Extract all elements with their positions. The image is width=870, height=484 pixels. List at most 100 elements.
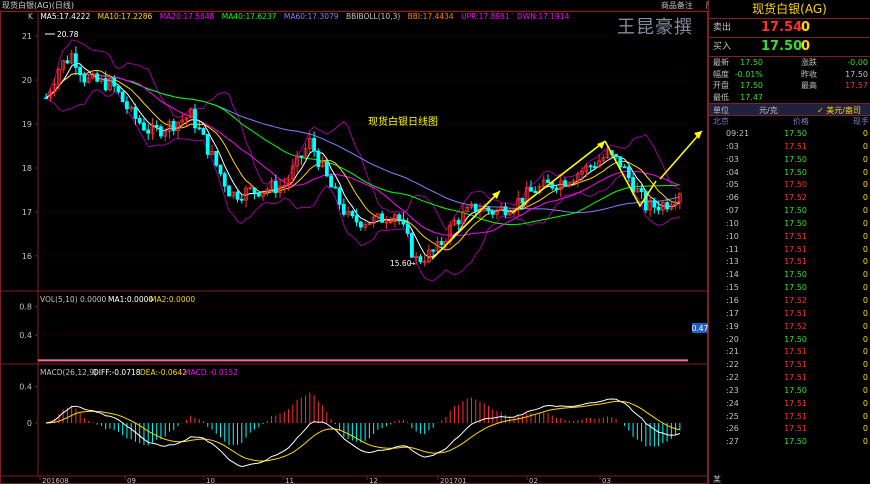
candle-body [337, 187, 342, 205]
dea-line [46, 400, 681, 462]
candle-body [554, 187, 559, 190]
bottom-tab[interactable]: 某 [713, 474, 721, 484]
tick-list[interactable]: 09:21 17.50 0:03 17.51 0:03 17.50 0:04 1… [709, 128, 870, 449]
tick-price: 17.50 [784, 206, 807, 216]
candle-body [252, 187, 257, 193]
candle-body [456, 220, 461, 225]
sell-label: 卖出 [713, 23, 732, 33]
tick-volume: 0 [862, 360, 868, 370]
tick-time: :05 [726, 180, 739, 190]
vol-axis-label: 0.8 [19, 302, 32, 311]
ma10-line [45, 69, 680, 251]
candle-body [137, 118, 142, 124]
price-axis-label: 17 [22, 208, 32, 217]
tick-time: :03 [726, 154, 739, 164]
candle-body [125, 101, 129, 110]
tick-row: :24 17.51 0 [709, 398, 870, 411]
tick-price: 17.51 [784, 141, 807, 151]
ma20-line [45, 72, 681, 236]
trend-arrow [431, 190, 501, 260]
candle-body [154, 124, 159, 128]
stat-label: 最低 [713, 92, 729, 102]
candle-body [218, 164, 223, 175]
date-axis-label: 09 [127, 477, 136, 484]
trend-arrow [659, 130, 703, 180]
tick-price: 17.51 [784, 347, 807, 357]
tick-time: :06 [726, 193, 739, 203]
tick-time: :03 [726, 141, 739, 151]
tick-time: :16 [726, 295, 739, 305]
candle-body [159, 126, 163, 137]
price-axis-label: 18 [22, 164, 32, 173]
kline-svg[interactable]: 21201918171620.7815.60→现货白银日线图VOL(5,10) … [0, 11, 709, 484]
tick-price: 17.51 [784, 257, 807, 267]
date-axis-label: 201608 [42, 477, 69, 484]
vol-axis-label: 0.4 [19, 331, 32, 340]
tick-row: :19 17.52 0 [709, 321, 870, 334]
date-axis-label: 10 [206, 477, 215, 484]
tick-volume: 0 [862, 411, 868, 421]
macd-legend-label: DIFF:-0.0718 [93, 368, 141, 377]
sell-row: 卖出 17.54 0 [709, 19, 870, 37]
tick-volume: 0 [862, 193, 868, 203]
tick-row: :15 17.50 0 [709, 282, 870, 295]
high-price-label: 20.78 [57, 30, 79, 39]
candle-body [410, 233, 414, 258]
tick-time: :20 [726, 334, 739, 344]
buy-row: 买入 17.50 0 [709, 38, 870, 56]
tick-volume: 0 [862, 141, 868, 151]
candle-body [529, 187, 533, 192]
stat-label: 最新 [713, 58, 729, 67]
tick-row: :13 17.51 0 [709, 256, 870, 269]
candle-body [222, 173, 227, 187]
tick-row: :16 17.52 0 [709, 295, 870, 308]
bbi-label: BBI:17.4434 [407, 12, 454, 21]
tick-time: :11 [726, 244, 739, 254]
stat-value: 17.47 [740, 92, 763, 102]
tick-volume: 0 [862, 295, 868, 305]
ma40-label: MA40:17.6237 [221, 12, 277, 21]
tick-time: :07 [726, 206, 739, 216]
tick-row: :23 17.50 0 [709, 385, 870, 398]
diff-line [45, 398, 681, 468]
candle-body [652, 200, 657, 208]
candle-body [520, 197, 525, 204]
ma40-line [45, 72, 680, 226]
quote-stat-row: 幅度 -0.01% 昨收 17.50 [709, 69, 870, 81]
tick-price: 17.51 [784, 424, 807, 434]
vol-badge-label: 0.47 [692, 324, 708, 333]
candle-body [44, 97, 49, 100]
quote-stats: 最新 17.50 涨跌 -0.00 幅度 -0.01% 昨收 17.50 开盘 17… [709, 57, 870, 103]
candle-body [316, 150, 321, 168]
stat-label: 最高 [801, 81, 817, 90]
stat-value: 17.57 [845, 81, 868, 90]
tick-price: 17.50 [784, 218, 807, 228]
tick-time: :27 [726, 437, 739, 447]
ma20-label: MA20:17.5848 [159, 12, 215, 21]
candle-body [82, 74, 87, 83]
candle-body [503, 206, 508, 216]
candle-body [146, 129, 151, 134]
tick-row: :21 17.51 0 [709, 346, 870, 359]
candle-body [171, 120, 176, 132]
tick-price: 17.50 [784, 283, 807, 293]
tick-price: 17.50 [784, 437, 807, 447]
candle-body [397, 214, 402, 221]
tick-volume: 0 [862, 180, 868, 190]
candle-body [227, 185, 231, 197]
candle-body [431, 249, 436, 252]
kline-chart-area[interactable]: 21 20 19 18 17 16 20.78 15.60 → 现货白银日线图 VOL(5,10) … [0, 11, 709, 484]
candle-body [350, 211, 355, 217]
candle-body [588, 165, 593, 168]
candle-body [486, 207, 491, 212]
tick-time: :22 [726, 373, 739, 383]
candle-body [592, 166, 597, 168]
macd-axis-label: 0 [27, 419, 32, 428]
tick-price: 17.51 [784, 360, 807, 370]
candle-body [112, 77, 117, 87]
candle-body [333, 186, 338, 189]
tick-price: 17.50 [784, 385, 807, 395]
tick-volume: 0 [862, 231, 868, 241]
tick-price: 17.51 [784, 308, 807, 318]
note-link[interactable]: 商品备注 [661, 1, 693, 10]
